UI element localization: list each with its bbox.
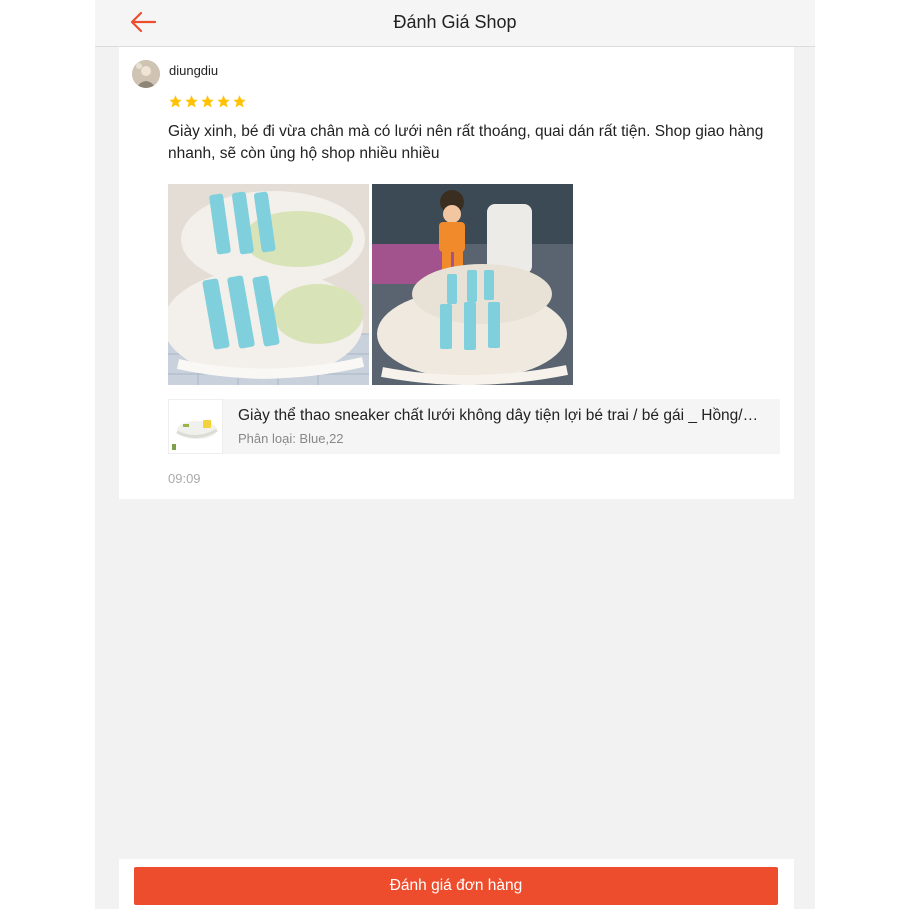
reviewer-username[interactable]: diungdiu [169,63,218,78]
review-photo[interactable] [168,184,369,385]
rate-order-button[interactable]: Đánh giá đơn hàng [134,867,778,905]
star-icon [217,95,230,108]
product-link[interactable]: Giày thể thao sneaker chất lưới không dâ… [168,399,780,454]
header-bar: Đánh Giá Shop [95,0,815,47]
product-thumbnail [168,399,223,454]
star-icon [185,95,198,108]
review-time: 09:09 [168,471,201,486]
star-icon [169,95,182,108]
star-icon [233,95,246,108]
app-screen: Đánh Giá Shop diungdiu Giày xinh, bé đi … [95,0,815,909]
page-title: Đánh Giá Shop [393,12,517,32]
product-name: Giày thể thao sneaker chất lưới không dâ… [238,407,768,424]
review-card: diungdiu Giày xinh, bé đi vừa chân mà có… [119,47,794,499]
product-variant: Phân loại: Blue,22 [238,431,344,446]
bottom-bar: Đánh giá đơn hàng [119,859,794,909]
review-comment: Giày xinh, bé đi vừa chân mà có lưới nên… [168,123,764,162]
star-rating [168,94,247,109]
star-icon [201,95,214,108]
review-photo[interactable] [372,184,573,385]
avatar[interactable] [132,60,160,88]
